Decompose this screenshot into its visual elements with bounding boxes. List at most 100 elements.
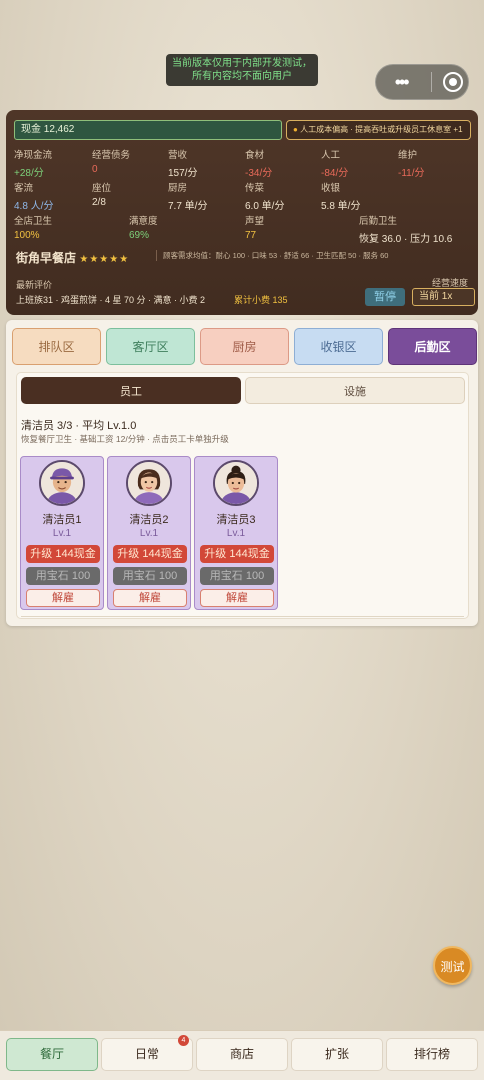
dev-notice-line2: 所有内容均不面向用户: [192, 71, 292, 82]
stat-label: 维护: [398, 150, 418, 161]
stat-value: 69%: [129, 230, 150, 241]
total-tips: 累计小费 135: [234, 295, 288, 305]
restaurant-name-text: 街角早餐店: [16, 251, 77, 265]
fire-button[interactable]: 解雇: [113, 589, 187, 607]
stat-item: 收银 5.8 单/分: [321, 180, 360, 212]
area-tab-kitchen[interactable]: 厨房: [200, 328, 289, 365]
close-target-icon[interactable]: [442, 72, 463, 92]
stat-item: 经营债务 0: [92, 147, 130, 175]
tab-staff[interactable]: 员工: [21, 377, 241, 404]
alert-dot-icon: ●: [293, 125, 298, 134]
stat-label: 后勤卫生: [359, 216, 398, 227]
stat-label: 厨房: [168, 183, 188, 194]
miniapp-capsule: •••: [375, 64, 469, 100]
stat-value: 2/8: [92, 197, 106, 208]
staff-name: 清洁员2: [129, 514, 169, 526]
area-management-card: 排队区 客厅区 厨房 收银区 后勤区 员工 设施 清洁员 3/3 · 平均 Lv…: [6, 320, 478, 626]
stat-value: -11/分: [398, 168, 425, 179]
stat-value: 100%: [14, 230, 40, 241]
staff-level: Lv.1: [139, 528, 159, 539]
nav-expand[interactable]: 扩张: [291, 1038, 383, 1071]
nav-shop[interactable]: 商店: [196, 1038, 288, 1071]
area-tab-dining[interactable]: 客厅区: [106, 328, 195, 365]
capsule-divider: [431, 72, 433, 92]
cash-display: 现金 12,462: [14, 120, 282, 140]
daily-badge: 4: [178, 1035, 189, 1046]
customer-demand: 顾客需求均值：耐心 100 · 口味 53 · 舒适 66 · 卫生匹配 50 …: [156, 250, 388, 261]
upgrade-gem-button[interactable]: 用宝石 100: [113, 567, 187, 585]
staff-card[interactable]: 清洁员3 Lv.1 升级 144现金 用宝石 100 解雇: [194, 456, 278, 610]
latest-review: 上班族31 · 鸡蛋煎饼 · 4 星 70 分 · 满意 · 小费 2: [16, 295, 206, 305]
area-tabs: 排队区 客厅区 厨房 收银区 后勤区: [12, 328, 477, 365]
stat-label: 客流: [14, 183, 34, 194]
upgrade-cash-button[interactable]: 升级 144现金: [200, 545, 274, 563]
staff-avatar-female-icon: [126, 460, 172, 506]
cost-alert[interactable]: ● 人工成本偏高 · 提高吞吐或升级员工休息室 +1: [286, 120, 471, 140]
nav-leaderboard[interactable]: 排行榜: [386, 1038, 478, 1071]
stat-label: 人工: [321, 150, 341, 161]
nav-daily[interactable]: 日常 4: [101, 1035, 193, 1071]
more-icon[interactable]: •••: [381, 72, 421, 93]
stat-item: 座位 2/8: [92, 180, 111, 208]
cost-alert-text: 人工成本偏高 · 提高吞吐或升级员工休息室 +1: [300, 125, 463, 134]
stat-value: 5.8 单/分: [321, 201, 361, 212]
stat-value: +28/分: [14, 168, 44, 179]
stat-label: 收银: [321, 183, 341, 194]
staff-avatar-female-icon: [213, 460, 259, 506]
stat-label: 食材: [245, 150, 265, 161]
stat-item: 满意度 69%: [129, 213, 158, 241]
area-tab-logistics[interactable]: 后勤区: [388, 328, 477, 365]
nav-daily-label: 日常: [134, 1047, 159, 1061]
stat-item: 全店卫生 100%: [14, 213, 52, 241]
role-description: 恢复餐厅卫生 · 基础工资 12/分钟 · 点击员工卡单独升级: [21, 434, 229, 444]
upgrade-cash-button[interactable]: 升级 144现金: [26, 545, 100, 563]
stat-value: 157/分: [168, 168, 198, 179]
bottom-nav: 餐厅 日常 4 商店 扩张 排行榜: [0, 1030, 484, 1080]
stat-label: 净现金流: [14, 150, 53, 161]
stat-value: -84/分: [321, 168, 349, 179]
dev-notice: 当前版本仅用于内部开发测试， 所有内容均不面向用户: [166, 54, 318, 86]
nav-restaurant[interactable]: 餐厅: [6, 1038, 98, 1071]
stat-item: 维护 -11/分: [398, 147, 425, 179]
stat-item: 声望 77: [245, 213, 264, 241]
role-title: 清洁员 3/3 · 平均 Lv.1.0: [21, 420, 137, 432]
tab-facility[interactable]: 设施: [245, 377, 465, 404]
stat-item: 厨房 7.7 单/分: [168, 180, 207, 212]
restaurant-name: 街角早餐店 ★★★★★: [16, 249, 129, 266]
staff-cards: 清洁员1 Lv.1 升级 144现金 用宝石 100 解雇 清洁员2 Lv.1 …: [20, 456, 278, 610]
upgrade-gem-button[interactable]: 用宝石 100: [200, 567, 274, 585]
stat-item: 人工 -84/分: [321, 147, 348, 179]
area-tab-queue[interactable]: 排队区: [12, 328, 101, 365]
stat-label: 传菜: [245, 183, 265, 194]
staff-card[interactable]: 清洁员2 Lv.1 升级 144现金 用宝石 100 解雇: [107, 456, 191, 610]
dev-notice-line1: 当前版本仅用于内部开发测试，: [172, 58, 312, 69]
stat-item: 客流 4.8 人/分: [14, 180, 53, 212]
pause-button[interactable]: 暂停: [365, 288, 405, 306]
fire-button[interactable]: 解雇: [26, 589, 100, 607]
staff-avatar-male-icon: [39, 460, 85, 506]
logistics-panel: 员工 设施 清洁员 3/3 · 平均 Lv.1.0 恢复餐厅卫生 · 基础工资 …: [16, 372, 469, 619]
fire-button[interactable]: 解雇: [200, 589, 274, 607]
stat-label: 满意度: [129, 216, 158, 227]
stat-value: 6.0 单/分: [245, 201, 285, 212]
stat-label: 全店卫生: [14, 216, 53, 227]
stat-label: 声望: [245, 216, 265, 227]
stat-item: 后勤卫生 恢复 36.0 · 压力 10.6: [359, 213, 452, 245]
upgrade-cash-button[interactable]: 升级 144现金: [113, 545, 187, 563]
staff-facility-toggle: 员工 设施: [21, 377, 465, 404]
panel-divider: [21, 616, 464, 617]
stat-item: 净现金流 +28/分: [14, 147, 52, 179]
review-label: 最新评价: [16, 280, 53, 290]
stat-label: 座位: [92, 183, 112, 194]
staff-level: Lv.1: [52, 528, 72, 539]
staff-card[interactable]: 清洁员1 Lv.1 升级 144现金 用宝石 100 解雇: [20, 456, 104, 610]
stat-value: 7.7 单/分: [168, 201, 208, 212]
upgrade-gem-button[interactable]: 用宝石 100: [26, 567, 100, 585]
stat-item: 营收 157/分: [168, 147, 197, 179]
stat-value: -34/分: [245, 168, 273, 179]
stat-item: 食材 -34/分: [245, 147, 272, 179]
rating-stars: ★★★★★: [79, 254, 130, 265]
speed-button[interactable]: 当前 1x: [412, 288, 475, 306]
test-button[interactable]: 测试: [433, 946, 472, 985]
area-tab-cashier[interactable]: 收银区: [294, 328, 383, 365]
